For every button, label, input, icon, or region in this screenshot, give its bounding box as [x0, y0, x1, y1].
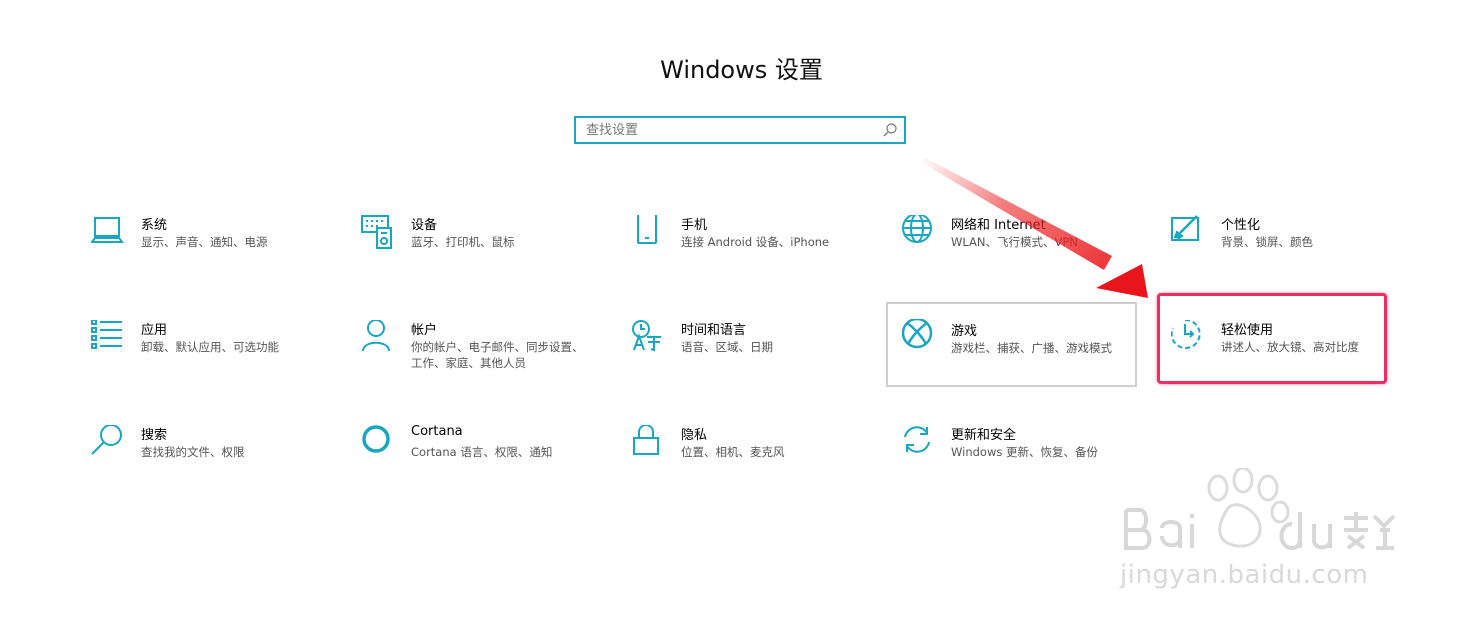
tile-desc: Windows 更新、恢复、备份: [951, 445, 1098, 459]
tile-desc: 位置、相机、麦克风: [681, 445, 785, 459]
tile-name: 手机: [681, 218, 708, 233]
tile-name: 搜索: [141, 428, 168, 443]
tile-name: 个性化: [1221, 218, 1261, 233]
person-icon: [361, 320, 397, 356]
tile-name: 系统: [141, 218, 168, 233]
tile-desc: Cortana 语言、权限、通知: [411, 445, 553, 459]
tile-network[interactable]: 网络和 Internet WLAN、飞行模式、VPN: [901, 215, 1151, 305]
tile-name: 时间和语言: [681, 323, 747, 338]
tile-name: Cortana: [411, 424, 463, 439]
lock-icon: [631, 425, 667, 461]
search-icon: [91, 425, 127, 461]
tile-privacy[interactable]: 隐私 位置、相机、麦克风: [631, 425, 881, 515]
page-title: Windows 设置: [660, 56, 823, 84]
tile-name: 网络和 Internet: [951, 218, 1046, 233]
paintbrush-icon: [1171, 215, 1207, 251]
tile-apps[interactable]: 应用 卸载、默认应用、可选功能: [91, 320, 341, 410]
tile-cortana[interactable]: Cortana Cortana 语言、权限、通知: [361, 424, 611, 515]
tile-desc: 连接 Android 设备、iPhone: [681, 235, 830, 249]
tile-personalization[interactable]: 个性化 背景、锁屏、颜色: [1171, 215, 1421, 305]
search-input[interactable]: [576, 118, 876, 142]
keyboard-printer-icon: [361, 215, 397, 251]
update-icon: [901, 425, 937, 461]
tile-name: 应用: [141, 323, 168, 338]
tile-time-language[interactable]: 时间和语言 语音、区域、日期: [631, 320, 881, 410]
tile-search[interactable]: 搜索 查找我的文件、权限: [91, 425, 341, 515]
tile-update-security[interactable]: 更新和安全 Windows 更新、恢复、备份: [901, 425, 1151, 515]
tile-desc: WLAN、飞行模式、VPN: [951, 235, 1078, 249]
tile-name: 隐私: [681, 428, 708, 443]
tile-phone[interactable]: 手机 连接 Android 设备、iPhone: [631, 215, 881, 305]
watermark-url: jingyan.baidu.com: [1120, 560, 1369, 590]
time-language-icon: [631, 320, 667, 356]
cortana-icon: [361, 425, 397, 461]
tile-desc: 蓝牙、打印机、鼠标: [411, 235, 515, 249]
tile-system[interactable]: 系统 显示、声音、通知、电源: [91, 215, 341, 305]
tile-name: 游戏: [951, 324, 978, 339]
tile-name: 设备: [411, 218, 438, 233]
apps-list-icon: [91, 320, 127, 356]
laptop-icon: [91, 215, 127, 251]
globe-icon: [901, 215, 937, 251]
tile-desc: 卸载、默认应用、可选功能: [141, 340, 279, 354]
tile-desc: 你的帐户、电子邮件、同步设置、工作、家庭、其他人员: [411, 340, 584, 370]
tile-gaming[interactable]: 游戏 游戏栏、捕获、广播、游戏模式: [886, 302, 1137, 387]
tile-desc: 查找我的文件、权限: [141, 445, 245, 459]
tile-devices[interactable]: 设备 蓝牙、打印机、鼠标: [361, 215, 611, 305]
tile-desc: 背景、锁屏、颜色: [1221, 235, 1313, 249]
phone-icon: [631, 215, 667, 251]
tile-name: 更新和安全: [951, 428, 1017, 443]
xbox-icon: [901, 319, 937, 355]
tile-name: 帐户: [411, 323, 438, 338]
highlight-box: [1157, 293, 1387, 384]
tile-desc: 语音、区域、日期: [681, 340, 773, 354]
tile-desc: 游戏栏、捕获、广播、游戏模式: [951, 341, 1112, 355]
tile-desc: 显示、声音、通知、电源: [141, 235, 268, 249]
search-icon[interactable]: [882, 122, 898, 138]
search-box[interactable]: [574, 116, 906, 144]
tile-accounts[interactable]: 帐户 你的帐户、电子邮件、同步设置、工作、家庭、其他人员: [361, 320, 611, 410]
